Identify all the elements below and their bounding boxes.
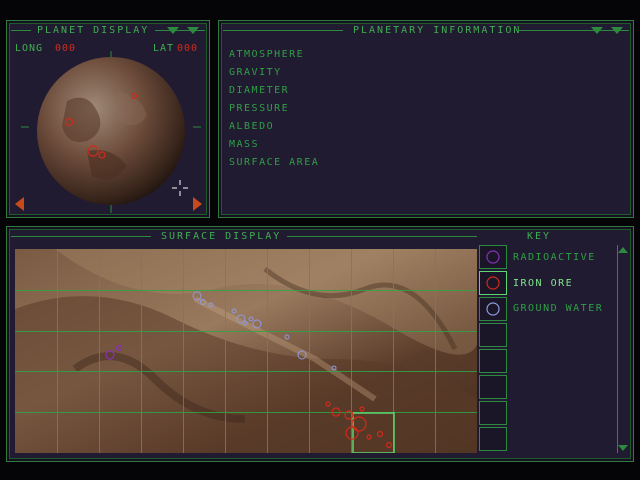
key-swatch-radioactive[interactable] — [479, 245, 507, 269]
key-swatch-empty-5[interactable] — [479, 427, 507, 451]
info-pressure: PRESSURE — [229, 103, 290, 114]
key-label-radioactive[interactable]: RADIOACTIVE — [513, 252, 596, 263]
iron-ore-marker-icon — [486, 276, 500, 290]
planetary-information-title: PLANETARY INFORMATION — [353, 25, 522, 36]
info-diameter: DIAMETER — [229, 85, 290, 96]
surface-title-rule-right — [287, 236, 477, 237]
key-swatch-iron-ore[interactable] — [479, 271, 507, 295]
scroll-down-icon[interactable] — [618, 445, 628, 451]
crosshair-icon — [172, 180, 188, 196]
key-title: KEY — [527, 231, 552, 242]
surface-display-panel: SURFACE DISPLAY KEY RADIOACTIVE IRON ORE… — [6, 226, 634, 462]
surface-map[interactable] — [15, 249, 477, 453]
rotate-right-icon[interactable] — [193, 197, 202, 211]
info-collapse-icon[interactable] — [591, 27, 603, 34]
key-scrollbar[interactable] — [617, 245, 628, 453]
info-close-icon[interactable] — [611, 27, 623, 34]
key-swatch-empty-2[interactable] — [479, 349, 507, 373]
surface-display-title: SURFACE DISPLAY — [161, 231, 282, 242]
info-albedo: ALBEDO — [229, 121, 275, 132]
surface-title-rule-left — [11, 236, 151, 237]
key-label-iron-ore[interactable]: IRON ORE — [513, 278, 573, 289]
planetary-information-panel: PLANETARY INFORMATION ATMOSPHERE GRAVITY… — [218, 20, 634, 218]
key-list: RADIOACTIVE IRON ORE GROUND WATER — [479, 243, 629, 457]
info-surface-area: SURFACE AREA — [229, 157, 320, 168]
rotate-left-icon[interactable] — [15, 197, 24, 211]
key-swatch-empty-1[interactable] — [479, 323, 507, 347]
key-swatch-ground-water[interactable] — [479, 297, 507, 321]
key-swatch-empty-4[interactable] — [479, 401, 507, 425]
info-gravity: GRAVITY — [229, 67, 282, 78]
info-atmosphere: ATMOSPHERE — [229, 49, 305, 60]
key-swatch-empty-3[interactable] — [479, 375, 507, 399]
ground-water-marker-icon — [486, 302, 500, 316]
info-title-rule-left — [223, 30, 343, 31]
radioactive-marker-icon — [486, 250, 500, 264]
planet-display-panel: PLANET DISPLAY LONG 000 LAT 000 — [6, 20, 210, 218]
key-label-ground-water[interactable]: GROUND WATER — [513, 303, 603, 314]
scroll-up-icon[interactable] — [618, 247, 628, 253]
info-mass: MASS — [229, 139, 260, 150]
